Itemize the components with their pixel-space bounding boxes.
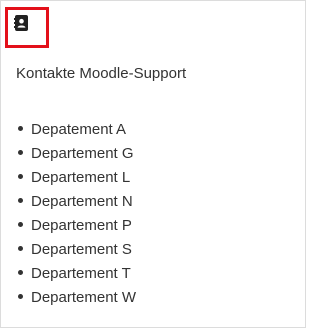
bullet-icon	[18, 293, 23, 299]
bullet-icon	[18, 221, 23, 227]
bullet-icon	[18, 245, 23, 251]
list-item[interactable]: Departement L	[18, 166, 136, 190]
bullet-icon	[18, 173, 23, 179]
department-label: Departement S	[31, 241, 132, 258]
bullet-icon	[18, 125, 23, 131]
department-label: Departement N	[31, 193, 133, 210]
department-label: Departement G	[31, 145, 134, 162]
department-label: Departement W	[31, 289, 137, 306]
list-item[interactable]: Departement S	[18, 238, 136, 262]
department-label: Departement T	[31, 265, 131, 282]
list-item[interactable]: Departement G	[18, 142, 136, 166]
list-item[interactable]: Departement N	[18, 190, 136, 214]
department-label: Departement L	[31, 169, 131, 186]
address-book-icon[interactable]	[14, 15, 29, 31]
bullet-icon	[18, 269, 23, 275]
department-label: Departement P	[31, 217, 132, 234]
contacts-block: Kontakte Moodle-Support Depatement A Dep…	[0, 0, 306, 328]
block-title: Kontakte Moodle-Support	[16, 65, 187, 82]
department-label: Depatement A	[31, 121, 127, 138]
bullet-icon	[18, 197, 23, 203]
list-item[interactable]: Departement P	[18, 214, 136, 238]
bullet-icon	[18, 149, 23, 155]
list-item[interactable]: Departement T	[18, 262, 136, 286]
list-item[interactable]: Departement W	[18, 286, 136, 310]
department-list: Depatement A Departement G Departement L…	[18, 118, 136, 310]
list-item[interactable]: Depatement A	[18, 118, 136, 142]
